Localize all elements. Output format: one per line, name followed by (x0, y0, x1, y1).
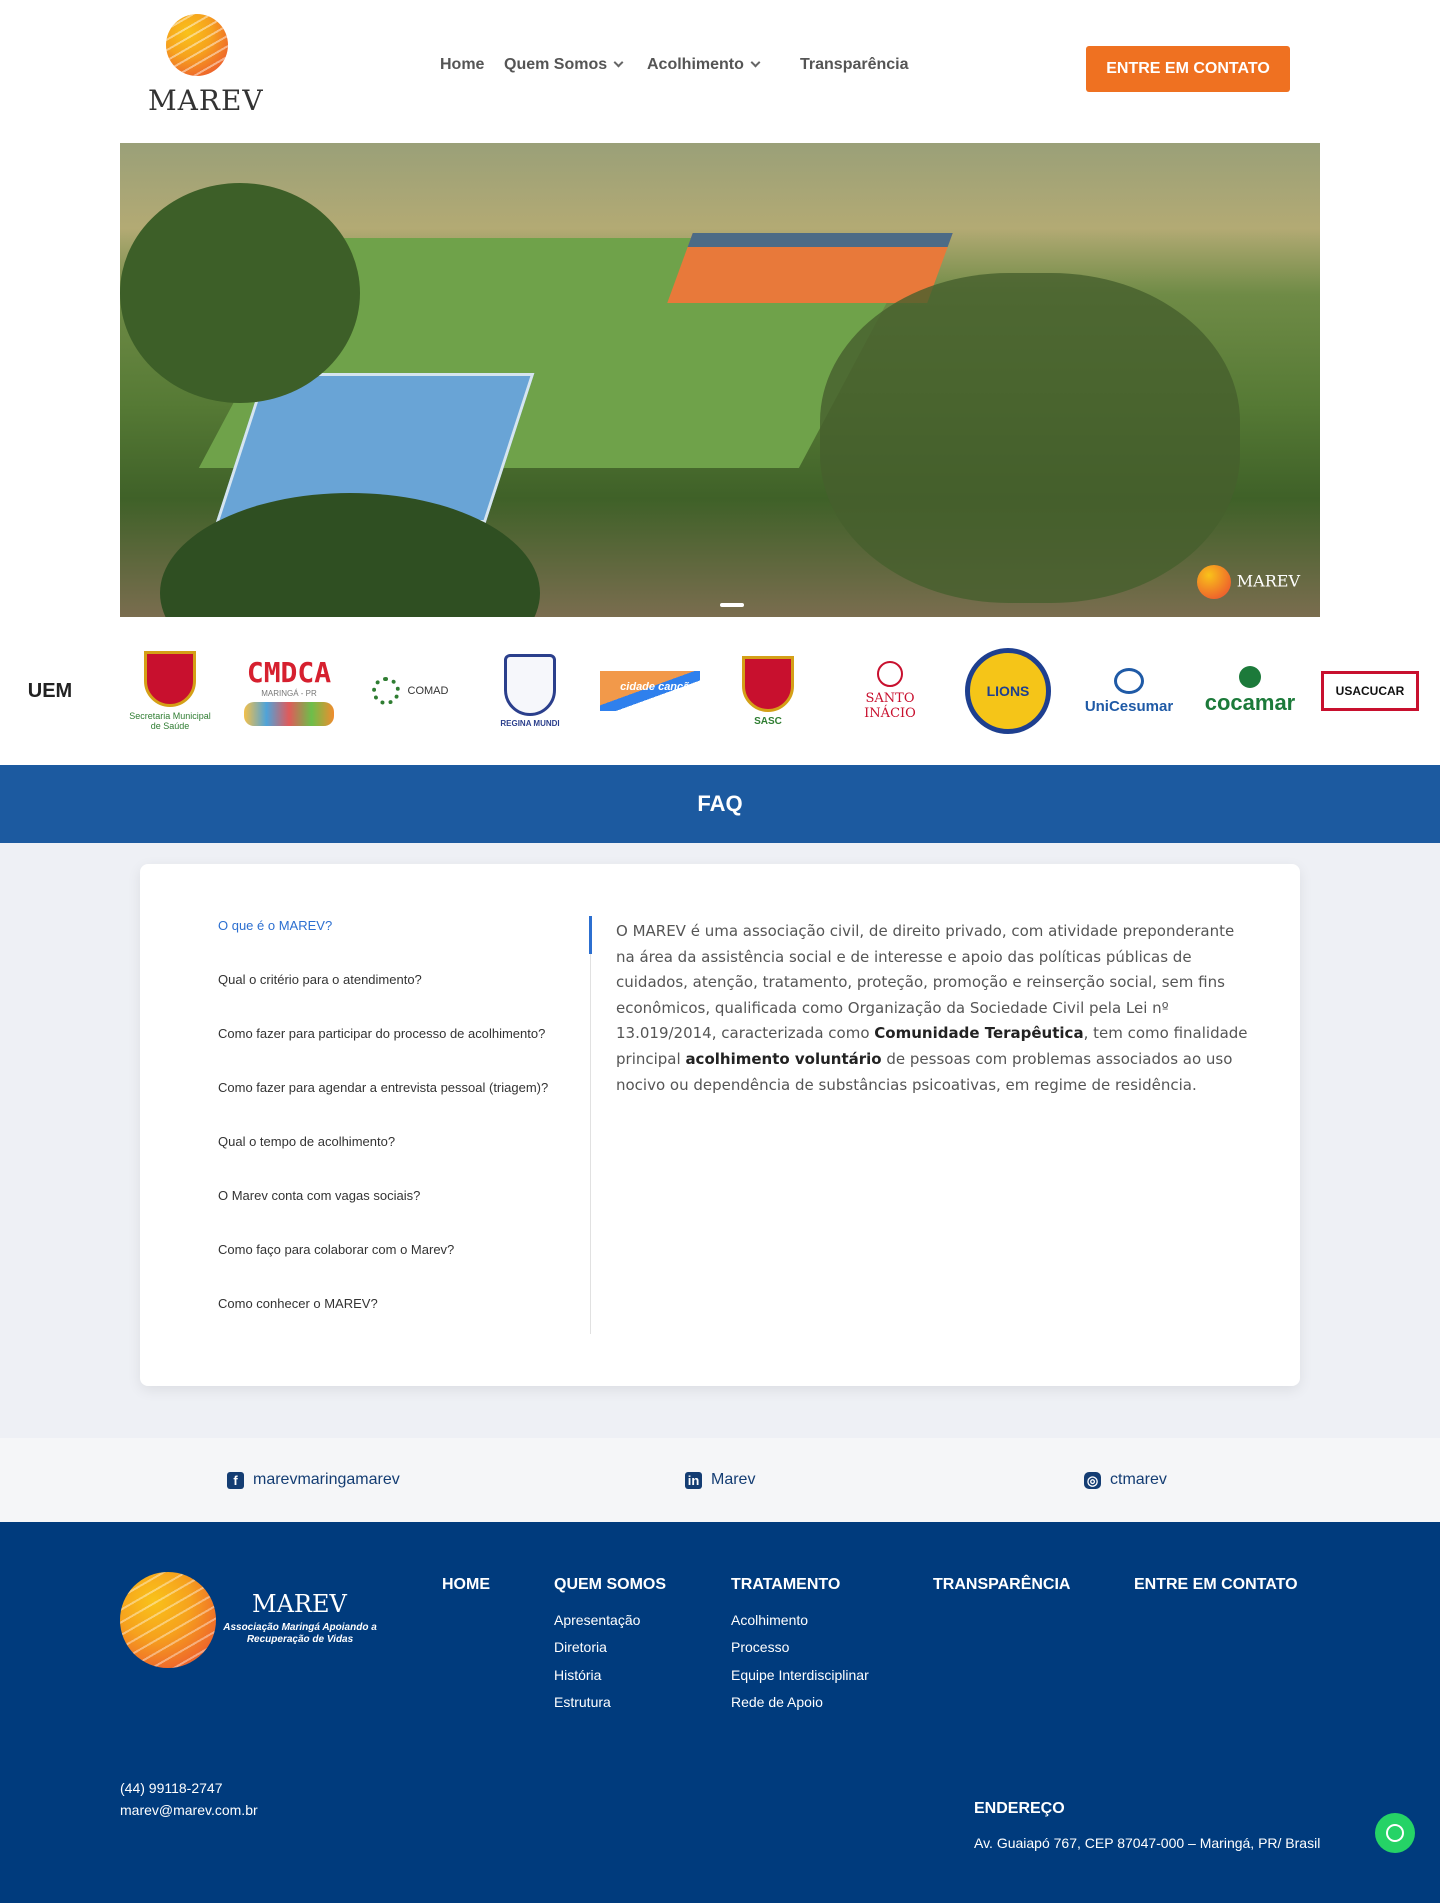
partner-logo-cidade-cancao[interactable]: cidade canção (598, 641, 702, 741)
nav-acolhimento[interactable]: Acolhimento (647, 56, 761, 74)
logo-text: MAREV (148, 84, 264, 117)
footer-phone[interactable]: (44) 99118-2747 (120, 1780, 222, 1796)
contact-cta-button[interactable]: ENTRE EM CONTATO (1086, 46, 1290, 92)
usacucar-emblem-icon: USACUCAR (1321, 671, 1419, 711)
faq-question[interactable]: Como conhecer o MAREV? (218, 1296, 378, 1311)
site-footer: MAREV Associação Maringá Apoiando a Recu… (0, 1522, 1440, 1903)
coat-of-arms-icon (144, 651, 196, 707)
footer-link-processo[interactable]: Processo (731, 1639, 789, 1655)
footer-link-rede-apoio[interactable]: Rede de Apoio (731, 1694, 823, 1710)
footer-email[interactable]: marev@marev.com.br (120, 1802, 258, 1818)
faq-question[interactable]: O Marev conta com vagas sociais? (218, 1188, 420, 1203)
nav-transparencia[interactable]: Transparência (800, 56, 909, 74)
partner-logo-comad[interactable]: COMAD (360, 641, 460, 741)
sun-logo-icon (1196, 565, 1231, 599)
faq-question[interactable]: Como faço para colaborar com o Marev? (218, 1242, 454, 1257)
shield-icon (504, 654, 556, 716)
faq-divider (589, 916, 592, 1334)
sun-logo-icon (166, 14, 228, 76)
hero-image: MAREV (120, 143, 1320, 617)
footer-link-equipe[interactable]: Equipe Interdisciplinar (731, 1667, 869, 1683)
partner-logos: UEM Secretaria Municipal de Saúde CMDCA … (0, 617, 1440, 765)
cocamar-icon (1239, 666, 1261, 688)
partner-logo-unicesumar[interactable]: UniCesumar (1082, 641, 1176, 741)
partner-logo-usacucar[interactable]: USACUCAR (1320, 641, 1420, 741)
partner-logo-sasc[interactable]: SASC (722, 641, 814, 741)
footer-nav-transparencia[interactable]: TRANSPARÊNCIA (933, 1576, 1070, 1594)
linkedin-link[interactable]: in Marev (685, 1471, 755, 1489)
college-crest-icon (877, 661, 903, 687)
footer-logo-tagline: Associação Maringá Apoiando a Recuperaçã… (223, 1622, 377, 1645)
footer-link-acolhimento[interactable]: Acolhimento (731, 1612, 808, 1628)
site-header: MAREV Home Quem Somos Acolhimento Transp… (0, 0, 1440, 143)
partner-logo-lions[interactable]: LIONS (962, 641, 1054, 741)
footer-link-estrutura[interactable]: Estrutura (554, 1694, 611, 1710)
faq-card: O que é o MAREV? Qual o critério para o … (140, 864, 1300, 1386)
footer-nav-contato[interactable]: ENTRE EM CONTATO (1134, 1576, 1298, 1594)
footer-nav-home[interactable]: HOME (442, 1576, 490, 1594)
partner-logo-cmdca[interactable]: CMDCA MARINGÁ - PR (236, 641, 342, 741)
facebook-icon: f (227, 1471, 244, 1489)
building-roof (667, 233, 953, 303)
hero-watermark: MAREV (1196, 565, 1300, 599)
faq-question[interactable]: Qual o critério para o atendimento? (218, 972, 422, 987)
faq-section: O que é o MAREV? Qual o critério para o … (0, 843, 1440, 1438)
instagram-link[interactable]: ◎ ctmarev (1084, 1471, 1167, 1489)
footer-link-historia[interactable]: História (554, 1667, 601, 1683)
footer-nav-quem-somos[interactable]: QUEM SOMOS (554, 1576, 666, 1594)
footer-link-apresentacao[interactable]: Apresentação (554, 1612, 640, 1628)
footer-logo[interactable]: MAREV Associação Maringá Apoiando a Recu… (120, 1572, 380, 1674)
trees (120, 183, 360, 403)
footer-link-diretoria[interactable]: Diretoria (554, 1639, 607, 1655)
instagram-icon: ◎ (1084, 1471, 1101, 1489)
active-question-indicator (589, 916, 592, 954)
trees (820, 273, 1240, 603)
partner-logo-regina-mundi[interactable]: REGINA MUNDI (488, 641, 572, 741)
transport-logo-icon: cidade canção (600, 671, 700, 711)
chevron-down-icon (750, 57, 761, 68)
facebook-link[interactable]: f marevmaringamarev (227, 1471, 400, 1489)
marev-logo[interactable]: MAREV (148, 14, 264, 118)
footer-nav-tratamento[interactable]: TRATAMENTO (731, 1576, 840, 1594)
footer-logo-name: MAREV (252, 1590, 347, 1618)
social-bar: f marevmaringamarev in Marev ◎ ctmarev (0, 1438, 1440, 1522)
partner-logo-santo-inacio[interactable]: SANTO INÁCIO (840, 641, 940, 741)
partner-logo-uem[interactable]: UEM (0, 641, 100, 741)
footer-address-heading: ENDEREÇO (974, 1800, 1065, 1817)
coat-of-arms-icon (742, 655, 794, 712)
puzzle-icon (371, 677, 400, 705)
faq-title: FAQ (0, 765, 1440, 843)
chevron-down-icon (613, 57, 624, 68)
slider-indicator[interactable] (720, 603, 744, 607)
footer-address: Av. Guaiapó 767, CEP 87047-000 – Maringá… (974, 1835, 1321, 1851)
faq-question[interactable]: O que é o MAREV? (218, 918, 332, 933)
faq-answer: O MAREV é uma associação civil, de direi… (616, 922, 1248, 1094)
children-illustration-icon (244, 702, 334, 726)
sun-logo-icon (120, 1572, 216, 1668)
whatsapp-button[interactable] (1375, 1813, 1415, 1853)
linkedin-icon: in (685, 1471, 702, 1489)
faq-question[interactable]: Qual o tempo de acolhimento? (218, 1134, 395, 1149)
lions-emblem-icon: LIONS (965, 648, 1051, 734)
unicesumar-icon (1114, 667, 1144, 694)
partner-logo-secretaria-saude[interactable]: Secretaria Municipal de Saúde (124, 641, 216, 741)
nav-home[interactable]: Home (440, 56, 484, 74)
partner-logo-cocamar[interactable]: cocamar (1198, 641, 1302, 741)
faq-question[interactable]: Como fazer para participar do processo d… (218, 1026, 545, 1041)
nav-quem-somos[interactable]: Quem Somos (504, 56, 624, 74)
faq-question[interactable]: Como fazer para agendar a entrevista pes… (218, 1080, 548, 1095)
whatsapp-icon (1386, 1824, 1404, 1842)
